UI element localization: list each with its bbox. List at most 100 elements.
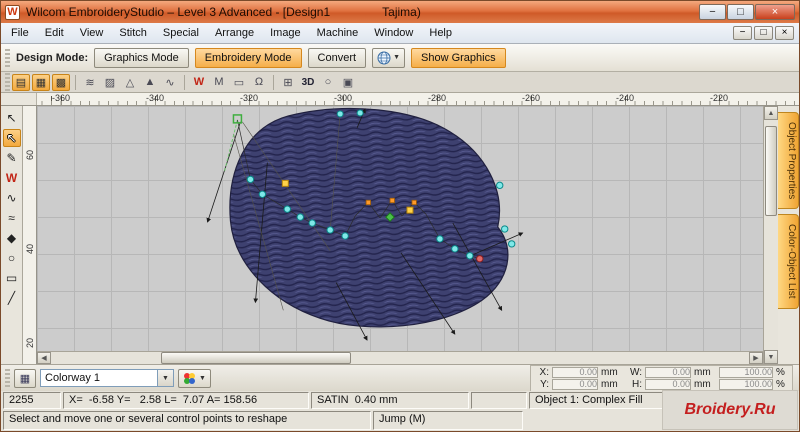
horizontal-scroll-thumb[interactable] — [161, 352, 351, 364]
ruler-label: -260 — [521, 93, 540, 103]
exit-point-marker[interactable] — [476, 255, 484, 263]
pen-digitize-tool[interactable]: ✎ — [3, 149, 21, 167]
hint-message: Select and move one or several control p… — [3, 411, 371, 430]
menu-item-view[interactable]: View — [72, 24, 112, 42]
ruler-label: -340 — [145, 93, 164, 103]
embroidery-mode-button[interactable]: Embroidery Mode — [194, 47, 302, 68]
lettering-tool[interactable]: W — [3, 169, 21, 187]
window-title: Wilcom EmbroideryStudio – Level 3 Advanc… — [26, 5, 331, 19]
applique-icon[interactable]: ▭ — [230, 74, 248, 91]
reshape-tool[interactable]: ↖ — [2, 129, 21, 147]
vertical-scroll-thumb[interactable] — [765, 126, 777, 216]
tab-object-properties[interactable]: Object Properties — [778, 112, 799, 210]
overview-window-icon[interactable]: ▣ — [339, 74, 357, 91]
show-graphics-button[interactable]: Show Graphics — [411, 47, 506, 68]
ruler-label: -360 — [51, 93, 70, 103]
show-needle-points-icon[interactable]: ▩ — [52, 73, 70, 91]
monogram-icon[interactable]: M — [210, 74, 228, 91]
contour-stitch-icon[interactable]: ▲ — [141, 74, 159, 91]
w-field[interactable] — [645, 366, 691, 378]
toolbar-grip[interactable] — [5, 73, 10, 91]
colorway-select[interactable]: Colorway 1 — [40, 369, 158, 387]
design-canvas[interactable] — [37, 106, 763, 351]
scale-x-field[interactable] — [719, 366, 773, 378]
x-field[interactable] — [552, 366, 598, 378]
rectangle-tool[interactable]: ▭ — [3, 269, 21, 287]
x-label: X: — [539, 366, 549, 378]
complex-fill-tool[interactable]: ◆ — [3, 229, 21, 247]
y-field[interactable] — [552, 378, 598, 390]
graphics-mode-button[interactable]: Graphics Mode — [94, 47, 189, 68]
globe-dropdown-caret: ▼ — [393, 54, 401, 61]
main-area: ↖ ↖ ✎ W ∿ ≈ ◆ ○ ▭ ╱ 60 40 20 ◀ ▶ ▲ ▼ Obj… — [1, 106, 799, 364]
menu-item-arrange[interactable]: Arrange — [207, 24, 262, 42]
horizontal-ruler[interactable]: -360 -340 -320 -300 -280 -260 -240 -220 — [37, 93, 799, 105]
mdi-restore-button[interactable]: □ — [754, 26, 773, 40]
tatami-stitch-icon[interactable]: ▨ — [101, 74, 119, 91]
wave-effect-icon[interactable]: ∿ — [161, 74, 179, 91]
colorway-editor-button[interactable]: ▦ — [14, 368, 36, 388]
hoop-icon[interactable]: ○ — [319, 74, 337, 91]
toolbar-separator — [273, 74, 274, 90]
embroidery-object[interactable] — [229, 107, 509, 328]
convert-button[interactable]: Convert — [307, 47, 367, 68]
menu-item-help[interactable]: Help — [421, 24, 460, 42]
window-title-extra: Tajima) — [382, 5, 421, 19]
vertical-scrollbar[interactable]: ▲ ▼ — [763, 106, 778, 364]
title-bar[interactable]: W Wilcom EmbroideryStudio – Level 3 Adva… — [1, 1, 799, 23]
broidery-logo-text: Broidery.Ru — [684, 401, 776, 418]
menu-item-edit[interactable]: Edit — [37, 24, 72, 42]
ruler-label: -300 — [333, 93, 352, 103]
app-icon: W — [5, 4, 20, 20]
ruler-label: 20 — [25, 338, 35, 349]
select-tool[interactable]: ↖ — [3, 109, 21, 127]
status-spacer-cell — [471, 392, 527, 409]
tab-color-object-list[interactable]: Color-Object List — [778, 214, 799, 309]
menu-item-special[interactable]: Special — [155, 24, 207, 42]
threed-view-button[interactable]: 3D — [299, 74, 317, 91]
mdi-close-button[interactable]: × — [775, 26, 794, 40]
transform-panel: X: mm W: mm % Y: mm H: mm % — [530, 364, 793, 392]
ellipse-tool[interactable]: ○ — [3, 249, 21, 267]
measure-tool[interactable]: ╱ — [3, 289, 21, 307]
show-outlines-icon[interactable]: ▦ — [32, 73, 50, 91]
mdi-minimize-button[interactable]: − — [733, 26, 752, 40]
vertical-ruler[interactable]: 60 40 20 — [23, 106, 37, 364]
close-button[interactable]: × — [755, 4, 795, 20]
scale-y-field[interactable] — [719, 378, 773, 390]
toolbar-grip[interactable] — [5, 48, 10, 67]
toolbar-grip[interactable] — [5, 369, 10, 387]
hoop-globe-button[interactable]: ▼ — [372, 47, 406, 68]
maximize-button[interactable]: □ — [727, 4, 754, 20]
scroll-up-button[interactable]: ▲ — [764, 106, 778, 120]
scroll-right-button[interactable]: ▶ — [749, 352, 763, 364]
pointer-position: X= -6.58 Y= 2.58 L= 7.07 A= 158.56 — [63, 392, 309, 409]
design-mode-label: Design Mode: — [16, 51, 89, 64]
minimize-button[interactable]: − — [699, 4, 726, 20]
design-drawing — [206, 107, 524, 341]
h-label: H: — [632, 378, 642, 390]
toolbar-separator — [75, 74, 76, 90]
colorway-dropdown-arrow[interactable]: ▼ — [158, 369, 174, 387]
show-grid-icon[interactable]: ⊞ — [279, 74, 297, 91]
menu-item-stitch[interactable]: Stitch — [111, 24, 155, 42]
thread-colors-button[interactable]: ▼ — [178, 368, 211, 388]
menu-item-window[interactable]: Window — [366, 24, 421, 42]
steil-stitch-tool[interactable]: ≈ — [3, 209, 21, 227]
buttonhole-icon[interactable]: Ω — [250, 74, 268, 91]
motif-fill-icon[interactable]: △ — [121, 74, 139, 91]
menu-item-file[interactable]: File — [3, 24, 37, 42]
scroll-left-button[interactable]: ◀ — [37, 352, 51, 364]
ruler-label: 60 — [25, 150, 35, 161]
lettering-icon[interactable]: W — [190, 74, 208, 91]
satin-stitch-icon[interactable]: ≋ — [81, 74, 99, 91]
horizontal-scrollbar[interactable]: ◀ ▶ — [37, 351, 763, 364]
menu-item-machine[interactable]: Machine — [309, 24, 367, 42]
h-field[interactable] — [645, 378, 691, 390]
run-stitch-tool[interactable]: ∿ — [3, 189, 21, 207]
menu-item-image[interactable]: Image — [262, 24, 309, 42]
x-unit: mm — [601, 366, 618, 378]
show-stitches-icon[interactable]: ▤ — [12, 73, 30, 91]
scroll-down-button[interactable]: ▼ — [764, 350, 778, 364]
toolbar-separator — [184, 74, 185, 90]
